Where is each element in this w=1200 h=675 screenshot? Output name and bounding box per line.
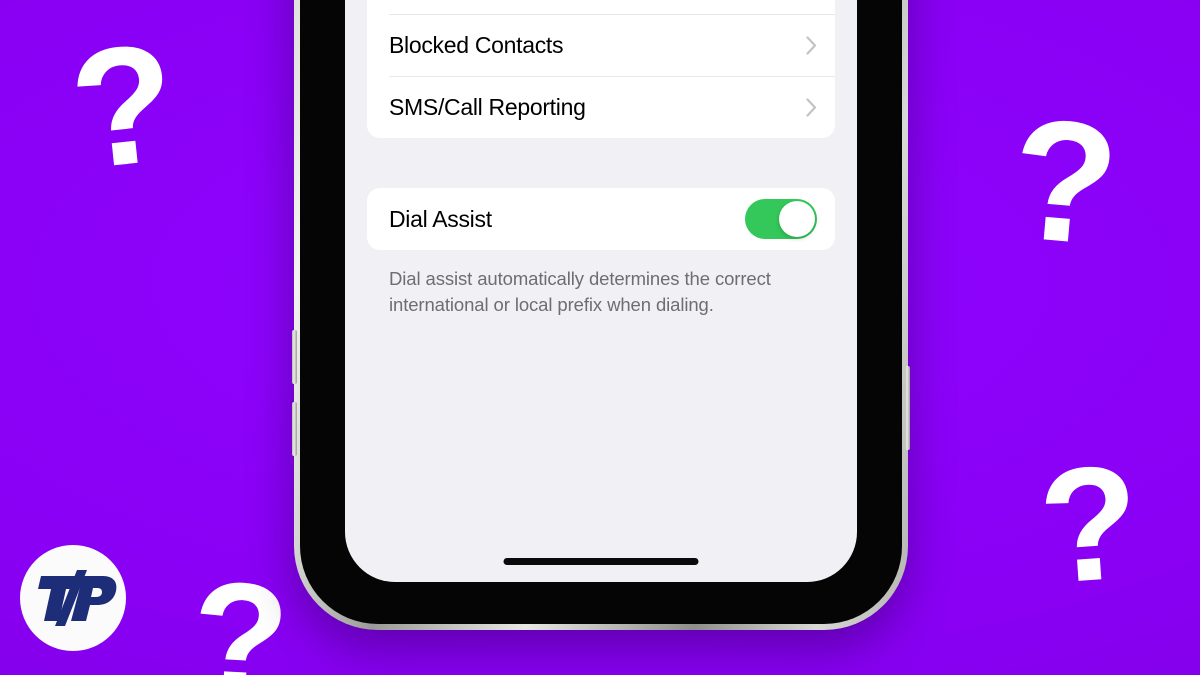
question-mark-top-right: ? <box>1003 81 1126 283</box>
toggle-knob <box>779 201 815 237</box>
chevron-right-icon <box>806 35 817 55</box>
iphone-device: Show My Caller ID Silence Unknown Caller… <box>292 0 910 630</box>
dial-assist-toggle[interactable] <box>745 199 817 239</box>
question-mark-top-left: ? <box>62 7 185 205</box>
row-label: Blocked Contacts <box>389 31 564 58</box>
settings-phone-list: Show My Caller ID Silence Unknown Caller… <box>345 0 857 582</box>
chevron-right-icon <box>806 97 817 117</box>
question-mark-bottom-right: ? <box>1033 430 1146 619</box>
techpp-logo <box>20 545 126 651</box>
volume-down-button[interactable] <box>292 402 297 456</box>
row-dial-assist[interactable]: Dial Assist <box>367 188 835 250</box>
dial-assist-footnote: Dial assist automatically determines the… <box>389 268 771 315</box>
phone-screen: Show My Caller ID Silence Unknown Caller… <box>345 0 857 582</box>
techpp-monogram-icon <box>38 570 117 626</box>
group-spacer-2 <box>349 138 853 188</box>
row-silence-unknown-callers[interactable]: Silence Unknown Callers Off <box>367 0 835 14</box>
row-label: SMS/Call Reporting <box>389 93 586 120</box>
row-blocked-contacts[interactable]: Blocked Contacts <box>367 14 835 76</box>
settings-group-dial-assist: Dial Assist <box>367 188 835 250</box>
home-indicator[interactable] <box>503 558 699 565</box>
settings-group-call-filtering: Silence Unknown Callers Off Blocked Cont… <box>367 0 835 138</box>
row-sms-call-reporting[interactable]: SMS/Call Reporting <box>367 76 835 138</box>
row-label: Dial Assist <box>389 205 492 232</box>
volume-up-button[interactable] <box>292 330 297 384</box>
power-button[interactable] <box>905 366 910 450</box>
question-mark-bottom-left: ? <box>187 548 294 675</box>
